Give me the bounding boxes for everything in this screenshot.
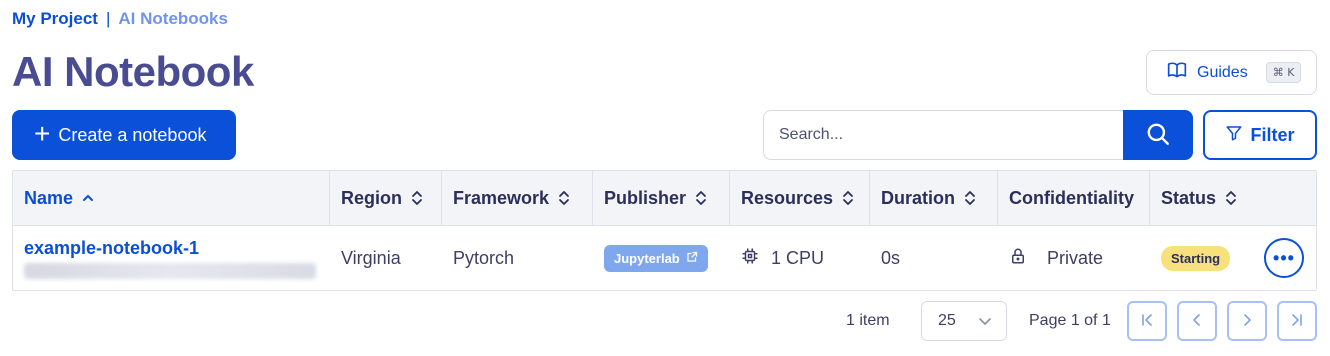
column-label: Status [1161,187,1217,208]
column-label: Framework [453,187,550,208]
status-cell: Starting ••• [1150,226,1316,290]
publisher-badge[interactable]: Jupyterlab [604,244,708,272]
sort-icon [557,190,571,206]
column-label: Duration [881,187,955,208]
duration-cell: 0s [881,247,901,268]
first-page-icon [1140,313,1154,330]
more-options-icon: ••• [1273,247,1295,268]
sort-icon [841,190,855,206]
breadcrumb: My Project | AI Notebooks [12,9,228,29]
guides-button[interactable]: Guides ⌘ K [1146,50,1317,95]
sort-icon [1224,190,1238,206]
plus-icon: + [34,117,51,149]
column-label: Confidentiality [1009,187,1134,208]
breadcrumb-separator: | [105,9,111,28]
publisher-cell: Jupyterlab [593,226,730,290]
chevron-down-icon [978,314,992,333]
search-button[interactable] [1123,110,1193,160]
next-page-button[interactable] [1227,301,1267,341]
status-badge: Starting [1161,245,1231,271]
chevron-right-icon [1240,313,1254,330]
page-indicator: Page 1 of 1 [1029,312,1111,329]
breadcrumb-project-link[interactable]: My Project [12,9,98,29]
item-count: 1 item [846,312,890,329]
shortcut-hint: ⌘ K [1265,62,1302,83]
notebook-name-link[interactable]: example-notebook-1 [24,238,199,259]
cpu-icon [741,247,759,270]
search-input[interactable] [763,110,1123,160]
first-page-button[interactable] [1127,301,1167,341]
pagination: 1 item 25 Page 1 of 1 [0,301,1330,341]
column-header-region[interactable]: Region [330,171,442,225]
column-label: Publisher [604,187,687,208]
resources-cell: 1 CPU [730,226,870,290]
column-label: Resources [741,187,834,208]
column-label: Region [341,187,402,208]
book-icon [1167,60,1187,85]
region-cell: Virginia [341,247,401,268]
column-header-confidentiality: Confidentiality [998,171,1150,225]
chevron-left-icon [1190,313,1204,330]
guides-label: Guides [1197,63,1248,81]
row-actions-button[interactable]: ••• [1264,238,1304,278]
create-notebook-label: Create a notebook [58,124,207,145]
sort-icon [963,190,977,206]
framework-cell: Pytorch [453,247,515,268]
confidentiality-cell: Private [998,226,1150,290]
sort-ascending-icon [81,190,95,206]
notebook-id-redacted [24,262,316,279]
search-icon [1145,121,1171,150]
column-header-duration[interactable]: Duration [870,171,998,225]
publisher-label: Jupyterlab [614,250,680,266]
sort-icon [410,190,424,206]
previous-page-button[interactable] [1177,301,1217,341]
last-page-icon [1290,313,1304,330]
name-cell: example-notebook-1 [13,226,330,290]
search-bar [763,110,1193,160]
page-title: AI Notebook [12,48,254,95]
table-row: example-notebook-1 Virginia Pytorch Jupy… [13,226,1316,290]
resources-value: 1 CPU [771,247,825,268]
filter-icon [1225,124,1243,147]
column-header-framework[interactable]: Framework [442,171,593,225]
column-header-status[interactable]: Status [1150,171,1316,225]
page-size-value: 25 [938,312,956,329]
breadcrumb-current: AI Notebooks [118,9,228,28]
lock-icon [1009,246,1027,271]
sort-icon [694,190,708,206]
confidentiality-value: Private [1047,247,1104,268]
filter-button[interactable]: Filter [1203,110,1317,160]
column-header-publisher[interactable]: Publisher [593,171,730,225]
table-header: Name Region Framework Publisher Resource… [13,171,1316,226]
column-header-resources[interactable]: Resources [730,171,870,225]
create-notebook-button[interactable]: + Create a notebook [12,110,236,160]
external-link-icon [686,251,698,266]
notebooks-table: Name Region Framework Publisher Resource… [12,170,1317,291]
last-page-button[interactable] [1277,301,1317,341]
filter-label: Filter [1250,124,1295,145]
column-label: Name [24,187,74,208]
column-header-name[interactable]: Name [13,171,330,225]
page-size-select[interactable]: 25 [921,301,1007,341]
